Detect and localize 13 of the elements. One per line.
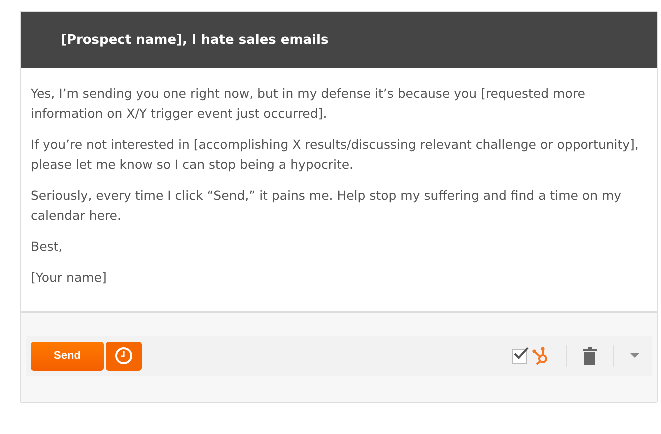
clock-icon: [115, 347, 133, 365]
email-paragraph: Yes, I’m sending you one right now, but in my defense it’s because you [requested more information on X/Y trigger event just occurred].: [31, 85, 586, 123]
schedule-button[interactable]: [106, 342, 142, 370]
log-checkbox[interactable]: [512, 348, 527, 364]
caret-icon[interactable]: [630, 353, 640, 359]
email-paragraph: Best,: [31, 238, 64, 256]
email-subject: [Prospect name], I hate sales emails: [61, 32, 329, 48]
send-button[interactable]: Send: [31, 342, 104, 370]
email-paragraph: [Your name]: [31, 269, 108, 287]
trash-icon[interactable]: [583, 347, 597, 365]
email-paragraph: If you’re not interested in [accomplishing X results/discussing relevant challenge or opportunity], please let me know so I can stop being a hypocrite.: [31, 136, 640, 174]
email-paragraph: Seriously, every time I click “Send,” it pains me. Help stop my suffering and find a time on my calendar here.: [31, 187, 623, 225]
sprocket-icon[interactable]: [532, 346, 550, 366]
